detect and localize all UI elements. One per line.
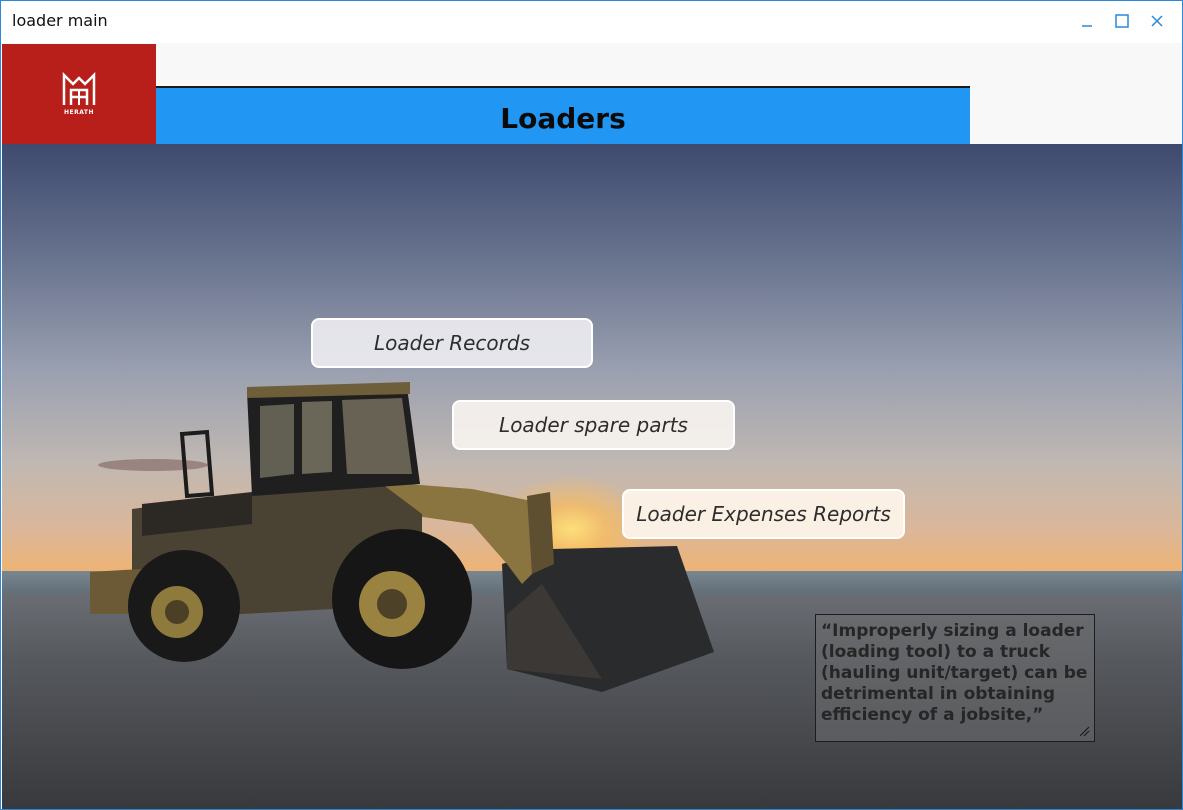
maximize-icon [1115, 14, 1129, 28]
close-icon [1151, 15, 1163, 27]
logo-mark-icon [62, 72, 96, 105]
close-button[interactable] [1140, 7, 1174, 35]
logo-text: HERATH [63, 109, 95, 116]
app-window: loader main HERATH Loaders Loader Record… [0, 0, 1183, 810]
company-logo: HERATH [2, 44, 156, 144]
loader-records-button[interactable]: Loader Records [311, 318, 593, 368]
loader-expenses-reports-button[interactable]: Loader Expenses Reports [622, 489, 905, 539]
page-title: Loaders [500, 102, 626, 135]
minimize-button[interactable] [1070, 7, 1104, 35]
maximize-button[interactable] [1105, 7, 1139, 35]
resize-grip-icon[interactable] [1078, 725, 1090, 737]
loader-spare-parts-button[interactable]: Loader spare parts [452, 400, 735, 450]
title-bar[interactable]: loader main [1, 1, 1182, 41]
page-title-bar: Loaders [156, 86, 970, 144]
quote-text: “Improperly sizing a loader (loading too… [821, 621, 1088, 725]
minimize-icon [1082, 25, 1092, 27]
window-title: loader main [12, 11, 108, 30]
quote-textbox[interactable]: “Improperly sizing a loader (loading too… [815, 614, 1095, 742]
